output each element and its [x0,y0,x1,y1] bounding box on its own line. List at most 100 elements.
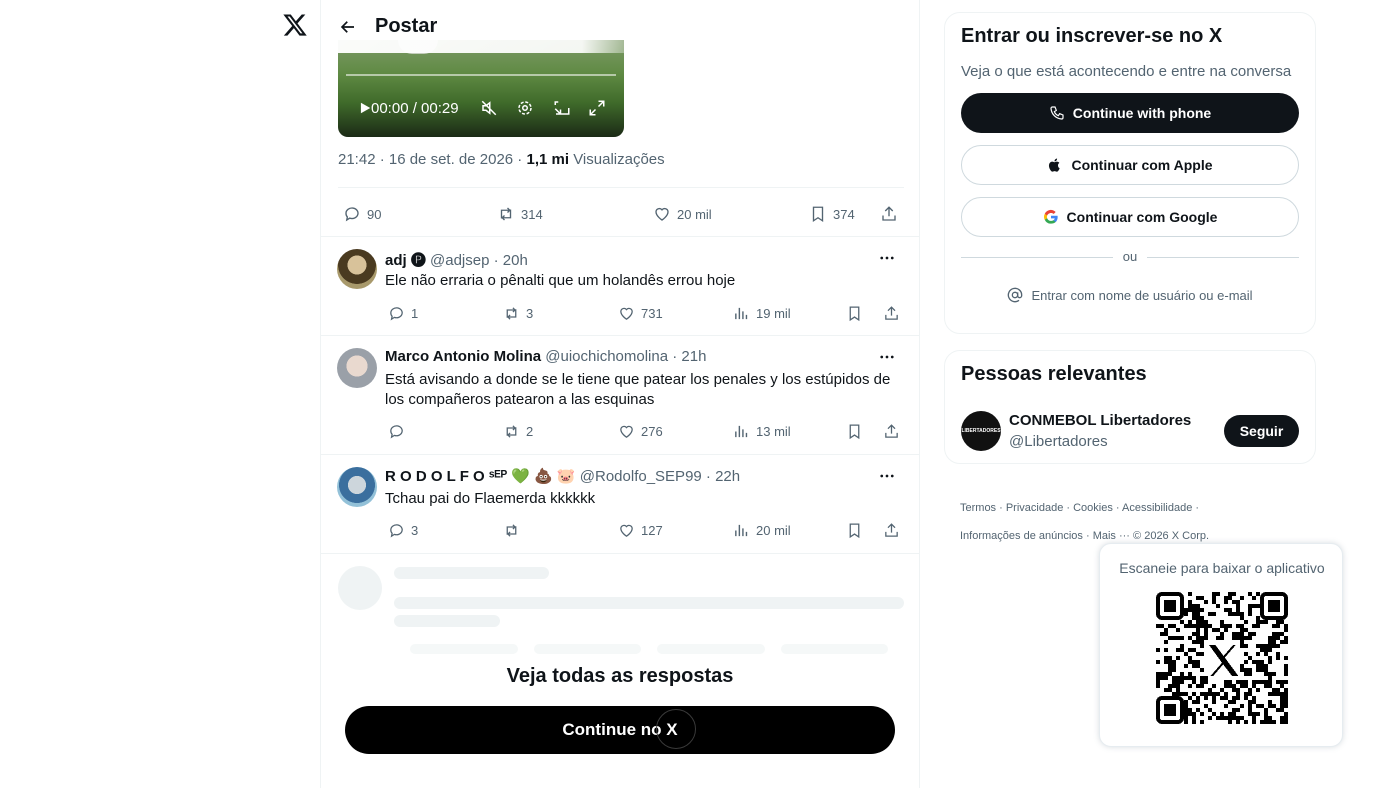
like-count: 276 [641,424,663,439]
username-login-link[interactable]: Entrar com nome de usuário ou e-mail [961,287,1299,303]
share-button[interactable] [880,205,898,223]
share-icon [880,205,898,223]
avatar-logo-text: LIBERTADORES [961,428,1001,434]
like-button[interactable]: 20 mil [653,205,712,223]
divider [321,454,919,455]
repost-icon [497,205,515,223]
page-header: Postar [322,0,647,53]
more-icon[interactable] [878,348,896,366]
skeleton-line [534,644,641,654]
bookmark-button[interactable] [846,522,863,539]
share-button[interactable] [883,522,900,539]
avatar[interactable] [337,467,377,507]
repost-button[interactable]: 3 [503,305,533,322]
skeleton-line [394,567,549,579]
skeleton-line [657,644,765,654]
reply-author-handle[interactable]: @uiochichomolina · 21h [545,348,706,365]
divider [1147,257,1299,258]
divider [321,335,919,336]
views-button[interactable]: 19 mil [733,305,791,322]
bookmark-button[interactable] [846,423,863,440]
see-all-heading: Veja todas as respostas [506,665,734,687]
video-player[interactable]: 00:00 / 00:29 [338,40,624,137]
share-button[interactable] [883,423,900,440]
repost-icon [503,305,520,322]
phone-icon [1049,105,1065,121]
reply-author-name[interactable]: R O D O L F O ˢᴱᴾ 💚 💩 🐷 [385,468,576,485]
views-icon [733,522,750,539]
qr-code-icon[interactable] [1156,592,1288,724]
more-icon[interactable] [878,249,896,267]
reply-icon [388,423,405,440]
avatar[interactable] [337,348,377,388]
footer-link-ads-info[interactable]: Informações de anúncios [960,530,1083,542]
reply-header: R O D O L F O ˢᴱᴾ 💚 💩 🐷 @Rodolfo_SEP99 ·… [385,467,740,485]
signup-subtitle: Veja o que está acontecendo e entre na c… [961,63,1292,80]
repost-count: 3 [526,306,534,321]
share-button[interactable] [883,305,900,322]
continue-with-phone-button[interactable]: Continue with phone [961,93,1299,133]
follow-button[interactable]: Seguir [1224,415,1299,447]
x-logo-icon[interactable] [282,12,308,40]
reply-button[interactable]: 1 [388,305,418,322]
bookmark-button[interactable] [846,305,863,322]
views-count: 20 mil [756,523,791,538]
continue-on-x-button[interactable]: Continue no X [345,706,895,754]
qr-download-card: Escaneie para baixar o aplicativo [1099,543,1343,747]
footer-link-accessibility[interactable]: Acessibilidade [1122,502,1192,514]
reply-button[interactable]: 90 [343,205,381,223]
footer-link-cookies[interactable]: Cookies [1073,502,1113,514]
footer-link-privacy[interactable]: Privacidade [1006,502,1063,514]
bookmark-button[interactable]: 374 [809,205,855,223]
reply-author-handle[interactable]: @Rodolfo_SEP99 · 22h [580,468,740,485]
avatar[interactable]: LIBERTADORES [961,411,1001,451]
reply-author-name[interactable]: adj 🅟 [385,252,426,269]
share-icon [883,305,900,322]
repost-count: 2 [526,424,534,439]
repost-button[interactable] [503,522,526,539]
cursor-ring [656,709,696,749]
continue-with-google-button[interactable]: Continuar com Google [961,197,1299,237]
reply-text: Está avisando a donde se le tiene que pa… [385,371,891,408]
reply-author-name[interactable]: Marco Antonio Molina [385,348,541,365]
pip-icon[interactable] [553,96,571,120]
settings-icon[interactable] [516,96,534,120]
reply-icon [388,522,405,539]
reply-count: 3 [411,523,419,538]
footer-link-more[interactable]: Mais ··· [1093,530,1130,542]
person-handle[interactable]: @Libertadores [1009,433,1108,450]
apple-button-label: Continuar com Apple [1071,157,1213,173]
reply-button[interactable] [388,423,411,440]
back-arrow-icon[interactable] [339,18,357,36]
username-link-label: Entrar com nome de usuário ou e-mail [1031,287,1253,303]
play-icon[interactable] [358,96,372,120]
relevant-people-card: Pessoas relevantes LIBERTADORES CONMEBOL… [944,350,1316,464]
more-icon[interactable] [878,467,896,485]
video-progress-bar[interactable] [346,74,616,76]
like-button[interactable]: 731 [618,305,663,322]
views-button[interactable]: 13 mil [733,423,791,440]
relevant-people-title: Pessoas relevantes [961,363,1147,385]
avatar[interactable] [337,249,377,289]
google-icon [1043,209,1059,225]
like-button[interactable]: 276 [618,423,663,440]
person-name[interactable]: CONMEBOL Libertadores [1009,412,1191,429]
reply-author-handle[interactable]: @adjsep · 20h [430,252,528,269]
reply-button[interactable]: 3 [388,522,418,539]
skeleton-line [410,644,518,654]
footer-links: Termos · Privacidade · Cookies · Acessib… [960,502,1210,542]
repost-button[interactable]: 314 [497,205,543,223]
continue-with-apple-button[interactable]: Continuar com Apple [961,145,1299,185]
like-button[interactable]: 127 [618,522,663,539]
reply-icon [343,205,361,223]
skeleton-line [394,615,500,627]
fullscreen-icon[interactable] [588,96,606,120]
footer-link-terms[interactable]: Termos [960,502,996,514]
mute-icon[interactable] [480,96,498,120]
repost-button[interactable]: 2 [503,423,533,440]
reply-header: adj 🅟 @adjsep · 20h [385,249,528,270]
views-button[interactable]: 20 mil [733,522,791,539]
post-timestamp[interactable]: 21:42 · 16 de set. de 2026 · [338,151,522,168]
divider [321,553,919,554]
divider [961,257,1113,258]
